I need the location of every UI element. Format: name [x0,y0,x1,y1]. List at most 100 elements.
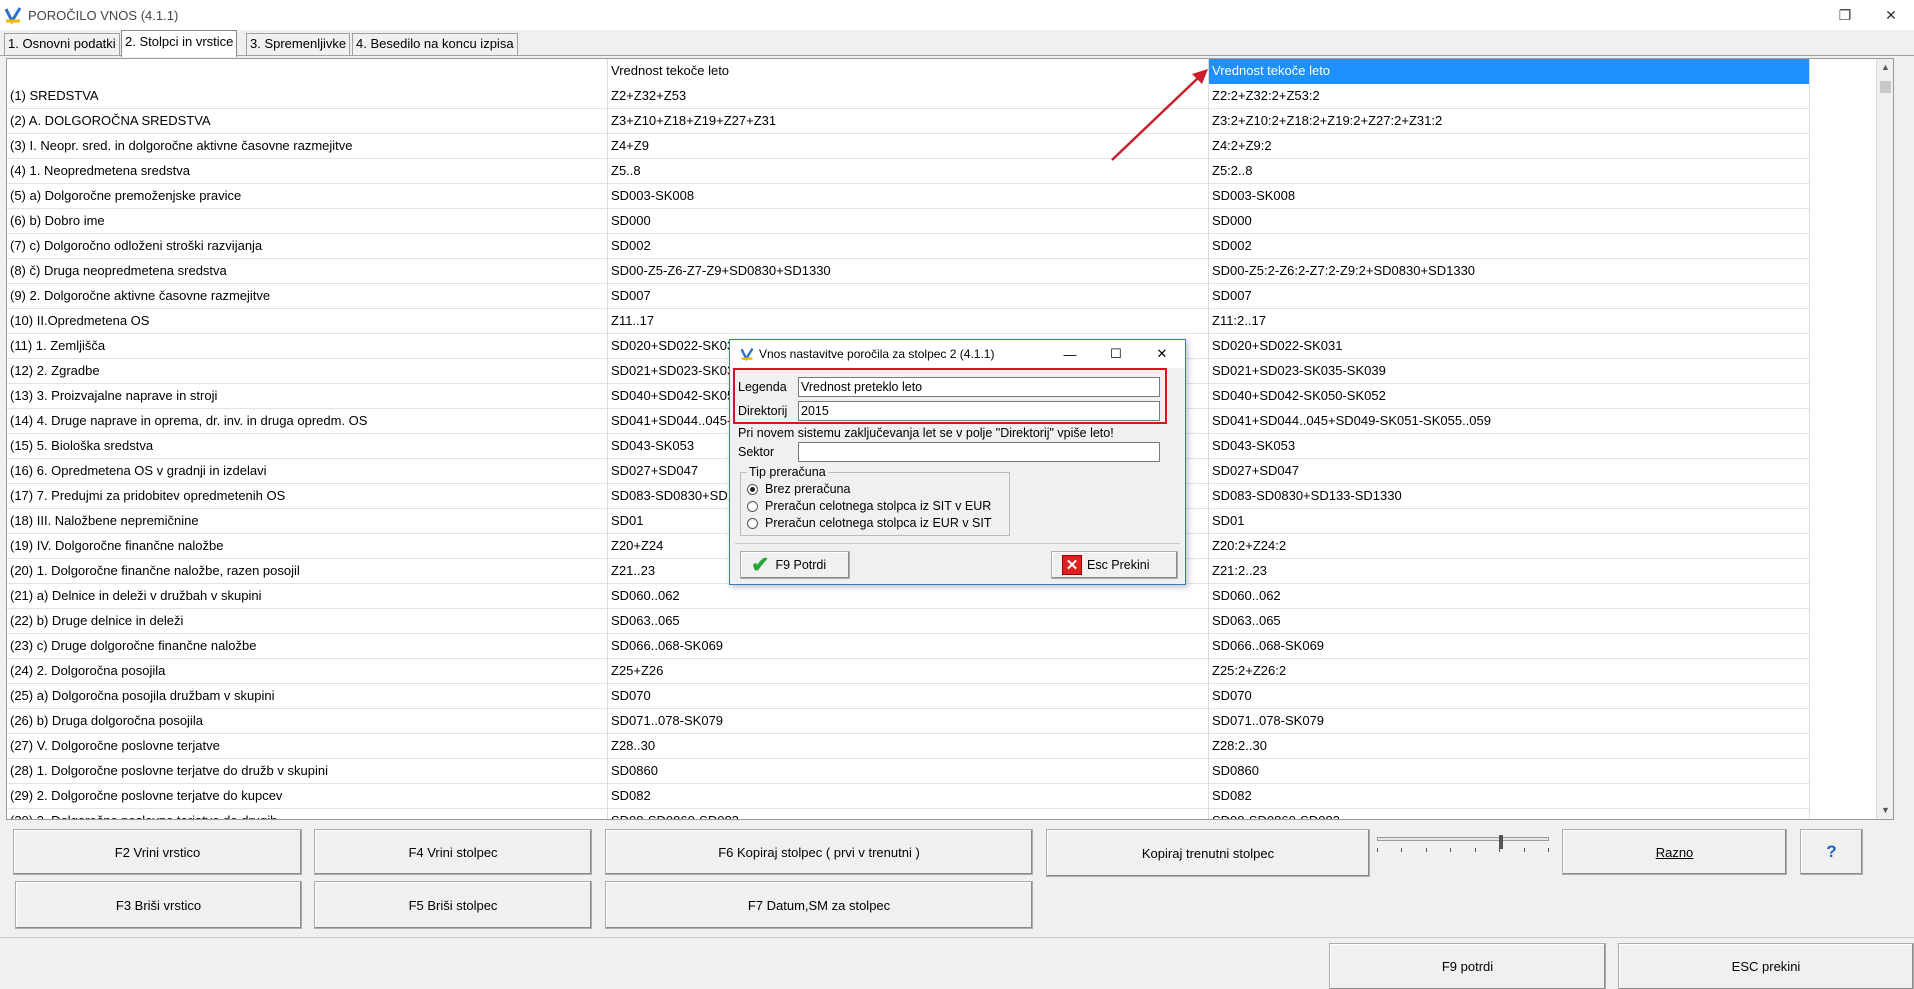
row-label-cell[interactable]: (26) b) Druga dolgoročna posojila [7,709,608,734]
formula-cell[interactable]: Z20:2+Z24:2 [1209,534,1810,559]
formula-cell[interactable]: Z4:2+Z9:2 [1209,134,1810,159]
formula-cell[interactable]: SD082 [1209,784,1810,809]
formula-cell[interactable]: SD070 [1209,684,1810,709]
sektor-input[interactable] [798,442,1160,462]
row-label-cell[interactable]: (23) c) Druge dolgoročne finančne naložb… [7,634,608,659]
row-label-cell[interactable]: (20) 1. Dolgoročne finančne naložbe, raz… [7,559,608,584]
header-cell-selected[interactable]: Vrednost tekoče leto [1209,59,1810,84]
row-label-cell[interactable]: (7) c) Dolgoročno odloženi stroški razvi… [7,234,608,259]
delete-column-button[interactable]: F5 Briši stolpec [314,881,592,929]
table-row[interactable]: (5) a) Dolgoročne premoženjske pravice SD… [7,184,1810,209]
date-sm-column-button[interactable]: F7 Datum,SM za stolpec [605,881,1033,929]
formula-cell[interactable]: SD003-SK008 [608,184,1209,209]
copy-column-button[interactable]: F6 Kopiraj stolpec ( prvi v trenutni ) [605,829,1033,875]
tab-spremenljivke[interactable]: 3. Spremenljivke [246,33,351,55]
table-row[interactable]: (29) 2. Dolgoročne poslovne terjatve do … [7,784,1810,809]
restore-window-icon[interactable]: ❐ [1822,0,1868,30]
formula-cell[interactable]: Z11..17 [608,309,1209,334]
row-label-cell[interactable]: (6) b) Dobro ime [7,209,608,234]
formula-cell[interactable]: SD002 [1209,234,1810,259]
scroll-thumb[interactable] [1880,81,1891,93]
insert-row-button[interactable]: F2 Vrini vrstico [13,829,302,875]
row-label-cell[interactable]: (28) 1. Dolgoročne poslovne terjatve do … [7,759,608,784]
formula-cell[interactable]: SD071..078-SK079 [608,709,1209,734]
row-label-cell[interactable]: (2) A. DOLGOROČNA SREDSTVA [7,109,608,134]
maximize-icon[interactable]: ☐ [1093,340,1139,368]
row-label-cell[interactable]: (5) a) Dolgoročne premoženjske pravice [7,184,608,209]
row-label-cell[interactable]: (14) 4. Druge naprave in oprema, dr. inv… [7,409,608,434]
formula-cell[interactable]: Z21:2..23 [1209,559,1810,584]
row-label-cell[interactable]: (18) III. Naložbene nepremičnine [7,509,608,534]
zoom-slider[interactable] [1377,835,1549,855]
formula-cell[interactable]: Z28:2..30 [1209,734,1810,759]
formula-cell[interactable]: SD063..065 [608,609,1209,634]
radio-eur-to-sit[interactable]: Preračun celotnega stolpca iz EUR v SIT [747,515,992,531]
table-row[interactable]: (23) c) Druge dolgoročne finančne naložb… [7,634,1810,659]
formula-cell[interactable]: SD0860 [1209,759,1810,784]
formula-cell[interactable]: SD020+SD022-SK031 [1209,334,1810,359]
row-label-cell[interactable]: (4) 1. Neopredmetena sredstva [7,159,608,184]
formula-cell[interactable]: SD0860 [608,759,1209,784]
cancel-button[interactable]: ESC prekini [1618,943,1914,989]
formula-cell[interactable]: SD066..068-SK069 [1209,634,1810,659]
table-row[interactable]: (27) V. Dolgoročne poslovne terjatve Z28.… [7,734,1810,759]
formula-cell[interactable]: Z25+Z26 [608,659,1209,684]
formula-cell[interactable]: SD00-Z5:2-Z6:2-Z7:2-Z9:2+SD0830+SD1330 [1209,259,1810,284]
formula-cell[interactable]: SD003-SK008 [1209,184,1810,209]
help-button[interactable]: ? [1800,829,1863,875]
row-label-cell[interactable]: (15) 5. Biološka sredstva [7,434,608,459]
minimize-icon[interactable]: — [1047,340,1093,368]
table-row[interactable]: (10) II.Opredmetena OS Z11..17 Z11:2..17 [7,309,1810,334]
formula-cell[interactable]: SD083-SD0830+SD133-SD1330 [1209,484,1810,509]
table-row[interactable]: (22) b) Druge delnice in deleži SD063..06… [7,609,1810,634]
row-label-cell[interactable]: (25) a) Dolgoročna posojila družbam v sk… [7,684,608,709]
formula-cell[interactable]: SD071..078-SK079 [1209,709,1810,734]
formula-cell[interactable]: SD082 [608,784,1209,809]
tab-osnovni-podatki[interactable]: 1. Osnovni podatki [4,33,120,55]
formula-cell[interactable]: SD043-SK053 [1209,434,1810,459]
tab-besedilo-na-koncu[interactable]: 4. Besedilo na koncu izpisa [352,33,518,55]
scroll-up-icon[interactable]: ▲ [1877,59,1893,76]
row-label-cell[interactable]: (19) IV. Dolgoročne finančne naložbe [7,534,608,559]
row-label-cell[interactable]: (11) 1. Zemljišča [7,334,608,359]
table-row[interactable]: (1) SREDSTVA Z2+Z32+Z53 Z2:2+Z32:2+Z53:2 [7,84,1810,109]
formula-cell[interactable]: Z2:2+Z32:2+Z53:2 [1209,84,1810,109]
row-label-cell[interactable]: (8) č) Druga neopredmetena sredstva [7,259,608,284]
radio-sit-to-eur[interactable]: Preračun celotnega stolpca iz SIT v EUR [747,498,991,514]
formula-cell[interactable]: SD060..062 [1209,584,1810,609]
confirm-button[interactable]: F9 potrdi [1329,943,1606,989]
row-label-cell[interactable]: (22) b) Druge delnice in deleži [7,609,608,634]
table-row[interactable]: (9) 2. Dolgoročne aktivne časovne razmej… [7,284,1810,309]
radio-icon[interactable] [747,517,758,529]
formula-cell[interactable]: SD08-SD0860-SD082 [608,809,1209,819]
table-row[interactable]: (4) 1. Neopredmetena sredstva Z5..8 Z5:2..… [7,159,1810,184]
formula-cell[interactable]: Z25:2+Z26:2 [1209,659,1810,684]
close-window-icon[interactable]: ✕ [1868,0,1914,30]
formula-cell[interactable]: SD040+SD042-SK050-SK052 [1209,384,1810,409]
row-label-cell[interactable]: (13) 3. Proizvajalne naprave in stroji [7,384,608,409]
formula-cell[interactable]: SD060..062 [608,584,1209,609]
vertical-scrollbar[interactable]: ▲ ▼ [1876,59,1893,819]
formula-cell[interactable]: SD066..068-SK069 [608,634,1209,659]
misc-button[interactable]: Razno [1562,829,1787,875]
formula-cell[interactable]: SD041+SD044..045+SD049-SK051-SK055..059 [1209,409,1810,434]
table-row[interactable]: (28) 1. Dolgoročne poslovne terjatve do … [7,759,1810,784]
table-row[interactable]: (30) 3. Dolgoročne poslovne terjatve do … [7,809,1810,819]
formula-cell[interactable]: SD007 [1209,284,1810,309]
row-label-cell[interactable]: (17) 7. Predujmi za pridobitev opredmete… [7,484,608,509]
table-row[interactable]: (8) č) Druga neopredmetena sredstva SD00-… [7,259,1810,284]
slider-thumb[interactable] [1499,835,1503,849]
table-row[interactable]: (24) 2. Dolgoročna posojila Z25+Z26 Z25:2+… [7,659,1810,684]
table-row[interactable]: (21) a) Delnice in deleži v družbah v sk… [7,584,1810,609]
row-label-cell[interactable]: (27) V. Dolgoročne poslovne terjatve [7,734,608,759]
row-label-cell[interactable]: (9) 2. Dolgoročne aktivne časovne razmej… [7,284,608,309]
formula-cell[interactable]: SD007 [608,284,1209,309]
radio-selected-icon[interactable] [747,483,758,495]
formula-cell[interactable]: SD070 [608,684,1209,709]
formula-cell[interactable]: Z5:2..8 [1209,159,1810,184]
legenda-input[interactable]: Vrednost preteklo leto [798,377,1160,397]
formula-cell[interactable]: Z28..30 [608,734,1209,759]
insert-column-button[interactable]: F4 Vrini stolpec [314,829,592,875]
row-label-cell[interactable]: (1) SREDSTVA [7,84,608,109]
table-row[interactable]: (2) A. DOLGOROČNA SREDSTVA Z3+Z10+Z18+Z19… [7,109,1810,134]
